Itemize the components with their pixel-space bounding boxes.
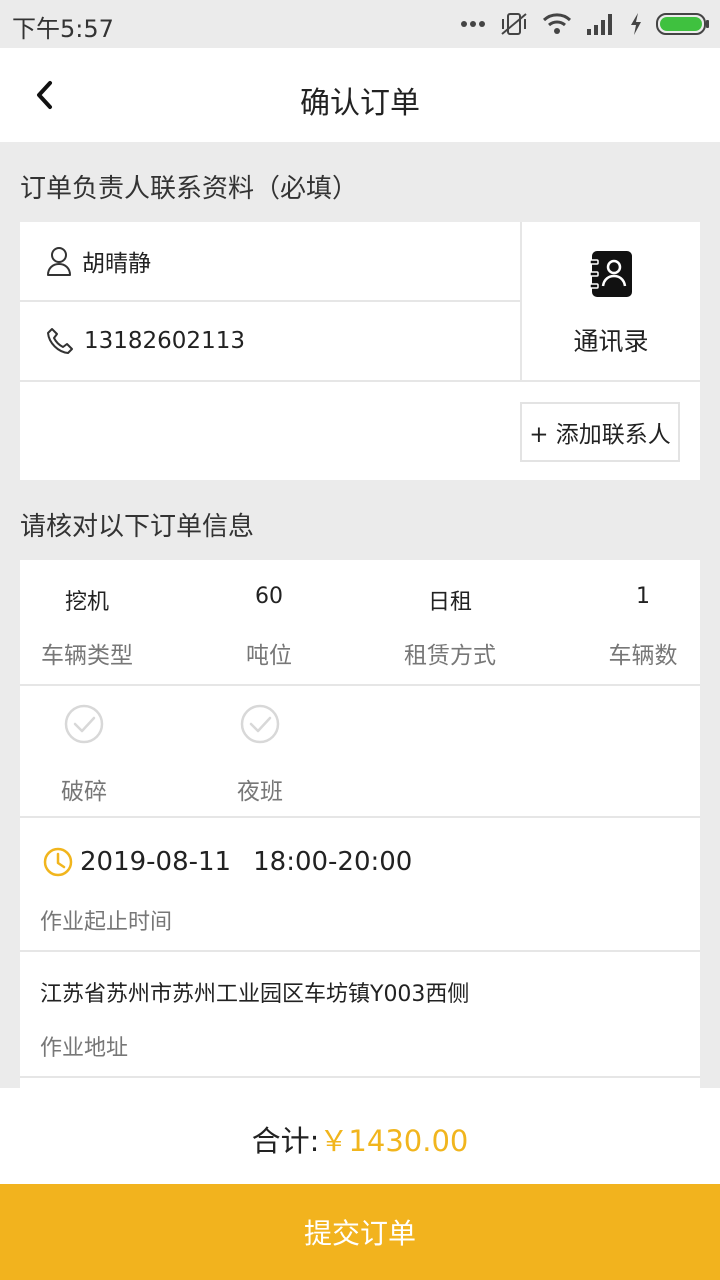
submit-order-button[interactable]: 提交订单 [0, 1184, 720, 1280]
divider [20, 380, 700, 382]
clock-icon [43, 847, 73, 877]
add-contact-button[interactable]: + 添加联系人 [520, 402, 680, 462]
work-address-label: 作业地址 [40, 1036, 129, 1061]
divider [20, 950, 700, 952]
contacts-book-button[interactable]: 通讯录 [522, 222, 700, 380]
contact-phone-row[interactable]: 13182602113 [20, 302, 520, 380]
work-time: 18:00-20:00 [253, 847, 413, 877]
battery-icon [656, 13, 709, 35]
order-section-title: 请核对以下订单信息 [20, 512, 255, 542]
order-specs: 挖机 车辆类型 60 吨位 日租 租赁方式 1 车辆数 [20, 560, 700, 684]
option-label: 破碎 [61, 779, 107, 805]
person-icon [47, 247, 71, 276]
status-time: 下午5:57 [12, 15, 114, 43]
status-icons [460, 10, 710, 38]
divider [20, 816, 700, 818]
work-date: 2019-08-11 [80, 847, 232, 877]
signal-icon [587, 14, 612, 35]
contact-name-row[interactable]: 胡晴静 [20, 222, 520, 300]
work-time-row: 2019-08-11 18:00-20:00 [42, 846, 412, 878]
status-bar: 下午5:57 [0, 0, 720, 48]
spec-label: 车辆类型 [41, 643, 133, 669]
contacts-book-label: 通讯录 [573, 327, 649, 356]
divider [20, 1076, 700, 1078]
address-book-icon [590, 251, 632, 297]
spec-value: 60 [255, 584, 283, 609]
vibrate-off-icon [501, 13, 527, 35]
order-total-bar: 合计:￥1430.00 [0, 1088, 720, 1184]
order-card: 挖机 车辆类型 60 吨位 日租 租赁方式 1 车辆数 破碎 夜班 2019-0… [20, 560, 700, 1090]
total-label: 合计: [251, 1124, 320, 1158]
contact-card: 胡晴静 13182602113 通讯录 + 添加联系人 [20, 222, 700, 480]
spec-value: 挖机 [64, 590, 109, 615]
total-value: ￥1430.00 [319, 1124, 469, 1158]
spec-value: 1 [636, 584, 650, 609]
wifi-icon [542, 13, 572, 34]
page-title: 确认订单 [300, 86, 420, 121]
contact-phone: 13182602113 [84, 328, 245, 354]
option-breaking[interactable]: 破碎 [24, 704, 144, 806]
spec-value: 日租 [427, 590, 472, 615]
work-address: 江苏省苏州市苏州工业园区车坊镇Y003西侧 [40, 982, 470, 1007]
contact-name: 胡晴静 [82, 251, 151, 277]
more-dots-icon [461, 21, 485, 27]
charging-icon [631, 13, 641, 35]
check-circle-icon [240, 704, 280, 744]
phone-icon [47, 328, 73, 354]
spec-label: 车辆数 [608, 643, 678, 669]
work-time-label: 作业起止时间 [40, 910, 173, 935]
spec-label: 租赁方式 [404, 643, 496, 669]
check-circle-icon [64, 704, 104, 744]
spec-label: 吨位 [246, 643, 292, 669]
order-total: 合计:￥1430.00 [0, 1118, 720, 1160]
option-night-shift[interactable]: 夜班 [200, 704, 320, 806]
contact-section-title: 订单负责人联系资料（必填） [20, 174, 359, 204]
nav-bar: 确认订单 [0, 48, 720, 142]
option-label: 夜班 [237, 779, 283, 805]
divider [20, 684, 700, 686]
